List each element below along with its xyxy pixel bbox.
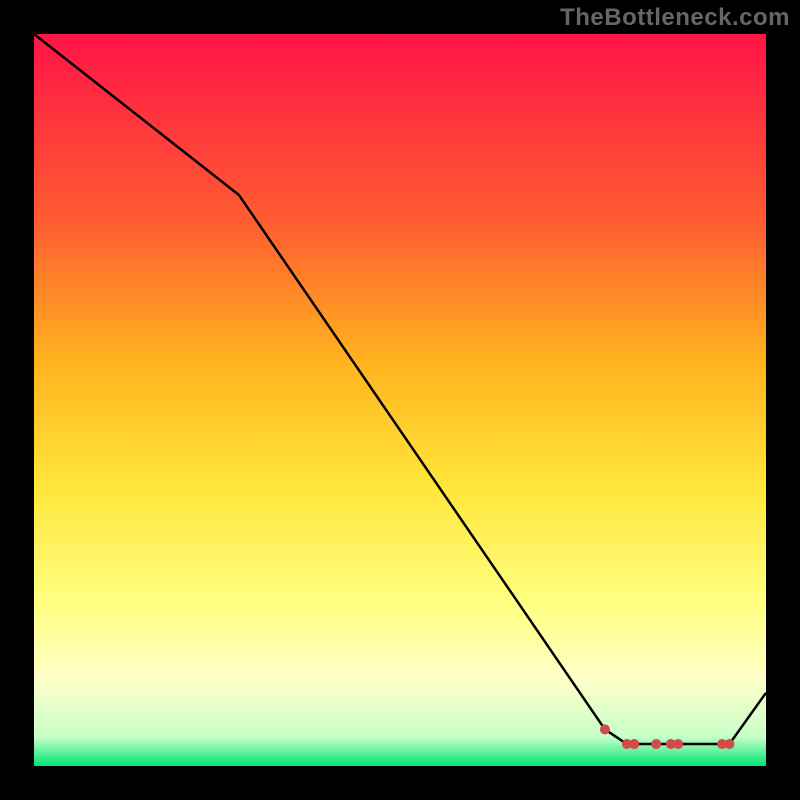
plot-background bbox=[34, 34, 766, 766]
bottleneck-chart bbox=[0, 0, 800, 800]
marker-dot bbox=[629, 739, 639, 749]
chart-frame: TheBottleneck.com bbox=[0, 0, 800, 800]
marker-dot bbox=[651, 739, 661, 749]
watermark-text: TheBottleneck.com bbox=[560, 4, 790, 32]
marker-dot bbox=[600, 724, 610, 734]
marker-dot bbox=[673, 739, 683, 749]
marker-dot bbox=[724, 739, 734, 749]
